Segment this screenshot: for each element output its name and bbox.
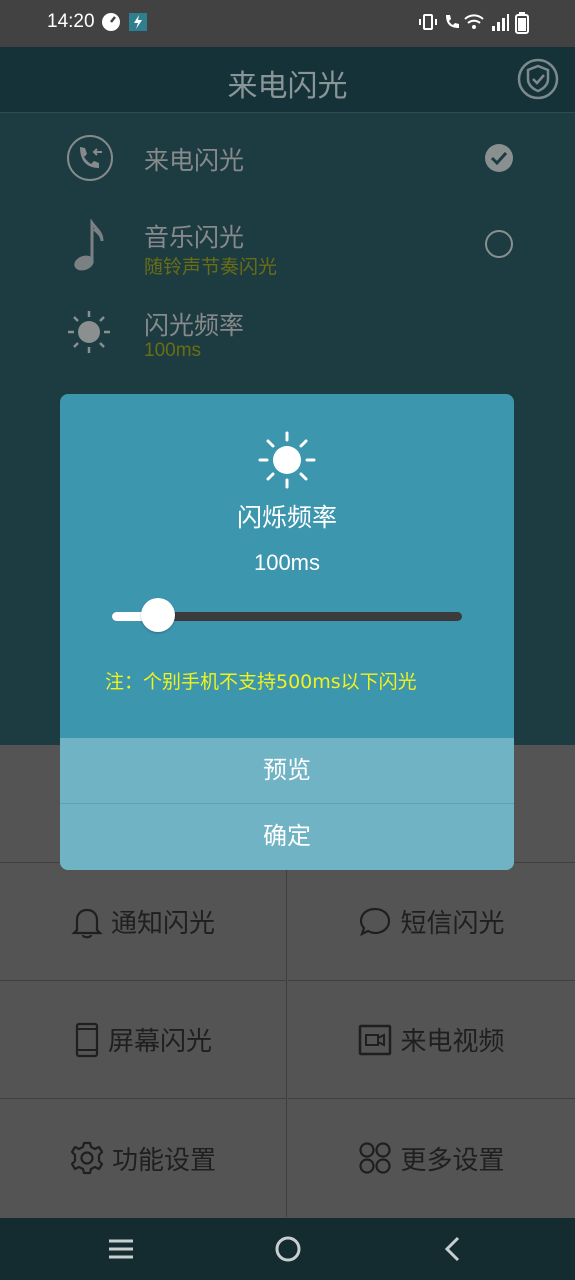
sun-icon — [258, 431, 316, 489]
back-icon[interactable] — [440, 1233, 464, 1265]
grid-item-notification-flash[interactable]: 通知闪光 — [0, 863, 287, 981]
speedometer-icon — [102, 13, 120, 31]
grid-item-more-settings[interactable]: 更多设置 — [288, 1099, 575, 1217]
list-item-subtitle: 随铃声节奏闪光 — [144, 256, 278, 278]
signal-icon — [492, 14, 509, 31]
battery-icon — [515, 12, 529, 34]
grid-item-label: 来电视频 — [400, 1027, 505, 1057]
chat-bubble-icon — [360, 907, 391, 936]
list-item-call-flash[interactable]: 来电闪光 — [0, 113, 575, 201]
incoming-call-icon — [67, 135, 113, 181]
dialog-note: 注：个别手机不支持500ms以下闪光 — [105, 671, 417, 693]
list-item-title: 音乐闪光 — [144, 223, 245, 252]
gear-icon — [70, 1141, 104, 1175]
list-item-subtitle: 100ms — [144, 340, 202, 361]
list-item-music-flash[interactable]: 音乐闪光 随铃声节奏闪光 — [0, 201, 575, 289]
frequency-value: 100ms — [253, 550, 321, 575]
app-header: 来电闪光 — [0, 47, 575, 113]
grid-item-label: 短信闪光 — [400, 909, 505, 939]
frequency-dialog: 闪烁频率 100ms 注：个别手机不支持500ms以下闪光 预览 确定 — [60, 394, 514, 870]
list-item-flash-frequency[interactable]: 闪光频率 100ms — [0, 289, 575, 377]
grid-item-label: 屏幕闪光 — [107, 1027, 212, 1057]
home-icon[interactable] — [273, 1233, 303, 1265]
confirm-button[interactable]: 确定 — [60, 804, 514, 870]
shield-icon[interactable] — [517, 58, 559, 100]
bell-icon — [71, 908, 103, 938]
grid-item-screen-flash[interactable]: 屏幕闪光 — [0, 981, 287, 1099]
slider-thumb[interactable] — [141, 598, 175, 632]
unchecked-icon[interactable] — [484, 229, 514, 259]
checked-icon[interactable] — [484, 143, 514, 173]
status-bar: 14:20 — [0, 0, 575, 47]
menu-icon[interactable] — [107, 1233, 135, 1265]
flash-app-icon — [129, 13, 147, 31]
frequency-slider[interactable] — [112, 598, 462, 634]
four-circles-icon — [359, 1142, 392, 1174]
navigation-bar — [0, 1218, 575, 1280]
dialog-title: 闪烁频率 — [236, 503, 337, 532]
preview-button[interactable]: 预览 — [60, 738, 514, 804]
video-icon — [359, 1024, 392, 1055]
page-title: 来电闪光 — [227, 69, 348, 104]
grid-item-call-video[interactable]: 来电视频 — [288, 981, 575, 1099]
phone-device-icon — [75, 1022, 99, 1057]
grid-item-sms-flash[interactable]: 短信闪光 — [288, 863, 575, 981]
sun-icon — [68, 311, 110, 353]
grid-item-function-settings[interactable]: 功能设置 — [0, 1099, 287, 1217]
wifi-call-icon — [446, 15, 459, 28]
list-item-title: 闪光频率 — [144, 311, 245, 340]
grid-item-label: 功能设置 — [111, 1145, 216, 1176]
grid-item-label: 更多设置 — [400, 1145, 505, 1176]
grid-item-label: 通知闪光 — [110, 909, 215, 939]
vibrate-icon — [419, 14, 437, 30]
status-time: 14:20 — [47, 11, 95, 32]
list-item-title: 来电闪光 — [144, 146, 245, 175]
wifi-icon — [464, 14, 484, 29]
music-note-icon — [74, 219, 104, 271]
